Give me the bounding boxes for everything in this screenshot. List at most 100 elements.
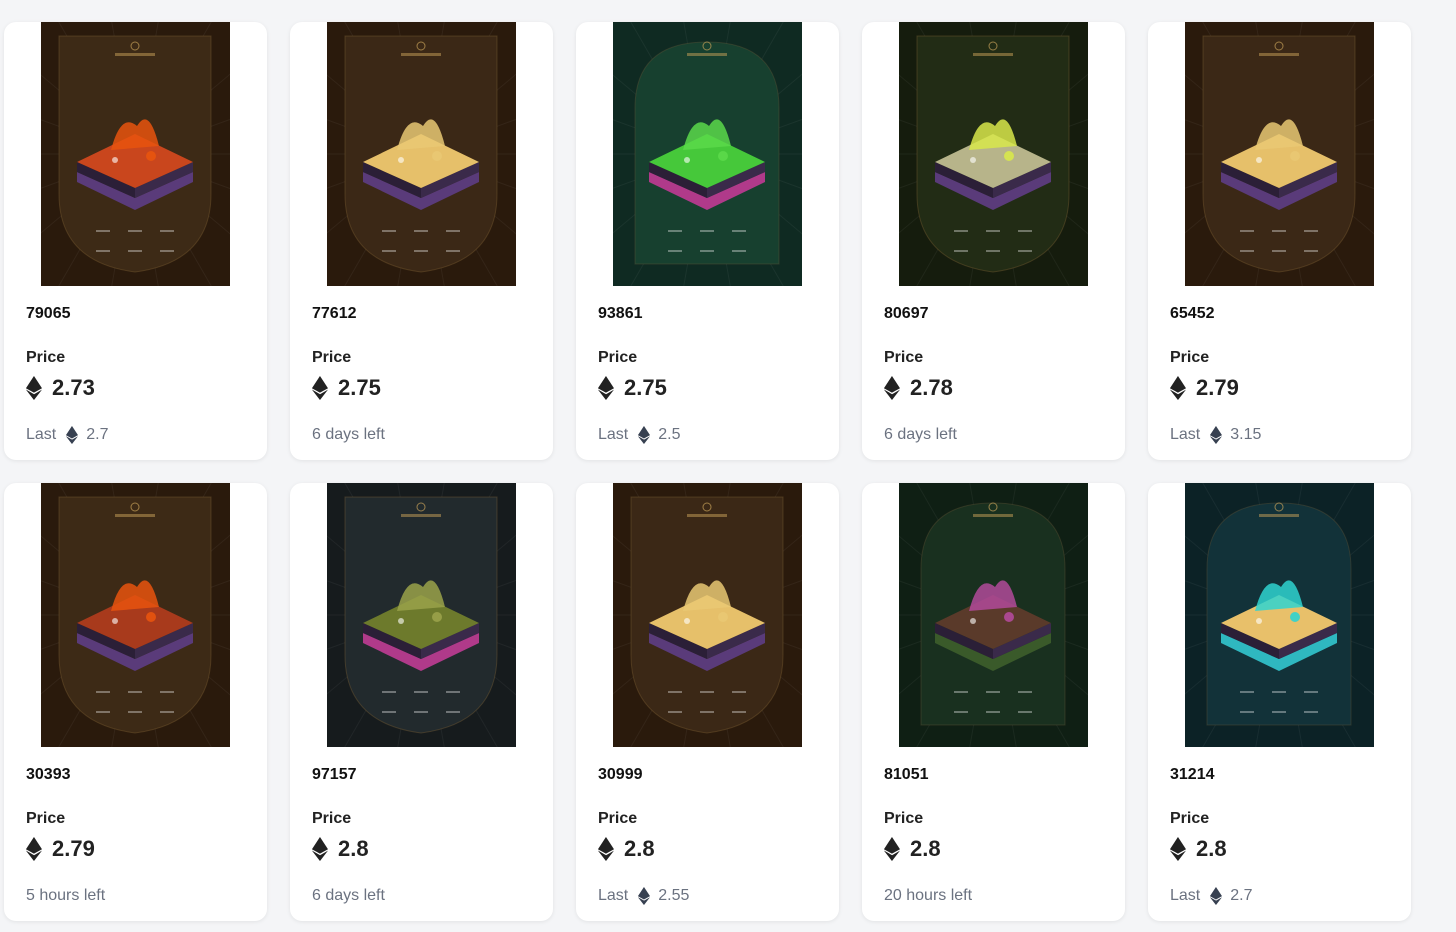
token-id: 81051 [884, 766, 929, 783]
last-sale-value: 2.5 [658, 426, 681, 443]
ethereum-icon [26, 376, 42, 400]
last-sale-value: 3.15 [1230, 426, 1262, 443]
price-value: 2.8 [910, 836, 941, 861]
ethereum-icon [312, 376, 328, 400]
price-value: 2.8 [1196, 836, 1227, 861]
price-label: Price [1170, 349, 1210, 366]
token-id: 77612 [312, 305, 357, 322]
price-value: 2.75 [624, 375, 667, 400]
listings-grid: 79065 Price 2.73 Last 2.7 77612 Price 2.7… [0, 0, 1456, 932]
listing-card-79065[interactable]: 79065 Price 2.73 Last 2.7 [4, 22, 267, 460]
nft-artwork[interactable] [613, 483, 802, 747]
last-sale-value: 2.7 [1230, 887, 1253, 904]
token-id: 31214 [1170, 766, 1215, 783]
listing-card-65452[interactable]: 65452 Price 2.79 Last 3.15 [1148, 22, 1411, 460]
listing-footer: Last 2.7 [1170, 884, 1253, 908]
price-label: Price [312, 349, 352, 366]
listing-footer: 6 days left [884, 423, 957, 447]
listing-card-30393[interactable]: 30393 Price 2.79 5 hours left [4, 483, 267, 921]
price-label: Price [598, 349, 638, 366]
listing-footer: Last 2.55 [598, 884, 689, 908]
token-id: 65452 [1170, 305, 1215, 322]
listing-card-30999[interactable]: 30999 Price 2.8 Last 2.55 [576, 483, 839, 921]
listing-footer: Last 2.5 [598, 423, 681, 447]
listing-card-97157[interactable]: 97157 Price 2.8 6 days left [290, 483, 553, 921]
listing-footer: 20 hours left [884, 884, 972, 908]
nft-artwork[interactable] [899, 483, 1088, 747]
last-sale-label: Last [1170, 426, 1201, 443]
nft-artwork[interactable] [1185, 483, 1374, 747]
token-id: 30393 [26, 766, 71, 783]
price-row: 2.78 [884, 374, 953, 402]
price-row: 2.8 [598, 835, 655, 863]
ethereum-icon [598, 837, 614, 861]
price-value: 2.73 [52, 375, 95, 400]
price-value: 2.78 [910, 375, 953, 400]
price-value: 2.8 [338, 836, 369, 861]
last-sale-label: Last [598, 426, 629, 443]
ethereum-icon [884, 837, 900, 861]
ethereum-icon [66, 426, 79, 444]
listing-footer: Last 3.15 [1170, 423, 1261, 447]
price-value: 2.79 [52, 836, 95, 861]
nft-artwork[interactable] [41, 22, 230, 286]
price-label: Price [26, 349, 66, 366]
price-row: 2.8 [1170, 835, 1227, 863]
price-label: Price [312, 810, 352, 827]
nft-artwork[interactable] [1185, 22, 1374, 286]
token-id: 93861 [598, 305, 643, 322]
time-left: 6 days left [884, 426, 957, 443]
listing-footer: Last 2.7 [26, 423, 109, 447]
price-label: Price [884, 810, 924, 827]
last-sale-value: 2.55 [658, 887, 690, 904]
time-left: 6 days left [312, 887, 385, 904]
token-id: 30999 [598, 766, 643, 783]
listing-card-31214[interactable]: 31214 Price 2.8 Last 2.7 [1148, 483, 1411, 921]
listing-card-80697[interactable]: 80697 Price 2.78 6 days left [862, 22, 1125, 460]
price-label: Price [598, 810, 638, 827]
last-sale-label: Last [1170, 887, 1201, 904]
ethereum-icon [1210, 426, 1223, 444]
nft-artwork[interactable] [327, 22, 516, 286]
price-row: 2.8 [312, 835, 369, 863]
nft-artwork[interactable] [41, 483, 230, 747]
listing-footer: 6 days left [312, 884, 385, 908]
listing-card-81051[interactable]: 81051 Price 2.8 20 hours left [862, 483, 1125, 921]
listing-card-93861[interactable]: 93861 Price 2.75 Last 2.5 [576, 22, 839, 460]
ethereum-icon [598, 376, 614, 400]
listing-footer: 5 hours left [26, 884, 105, 908]
time-left: 6 days left [312, 426, 385, 443]
last-sale-label: Last [26, 426, 57, 443]
price-value: 2.79 [1196, 375, 1239, 400]
time-left: 20 hours left [884, 887, 973, 904]
last-sale-value: 2.7 [86, 426, 109, 443]
price-row: 2.8 [884, 835, 941, 863]
price-row: 2.75 [312, 374, 381, 402]
nft-artwork[interactable] [899, 22, 1088, 286]
ethereum-icon [1170, 376, 1186, 400]
price-row: 2.79 [26, 835, 95, 863]
nft-artwork[interactable] [613, 22, 802, 286]
ethereum-icon [1170, 837, 1186, 861]
token-id: 80697 [884, 305, 929, 322]
token-id: 79065 [26, 305, 71, 322]
price-row: 2.79 [1170, 374, 1239, 402]
nft-artwork[interactable] [327, 483, 516, 747]
listing-footer: 6 days left [312, 423, 385, 447]
price-label: Price [26, 810, 66, 827]
ethereum-icon [312, 837, 328, 861]
listing-card-77612[interactable]: 77612 Price 2.75 6 days left [290, 22, 553, 460]
ethereum-icon [26, 837, 42, 861]
token-id: 97157 [312, 766, 357, 783]
ethereum-icon [884, 376, 900, 400]
ethereum-icon [638, 887, 651, 905]
price-row: 2.75 [598, 374, 667, 402]
price-value: 2.8 [624, 836, 655, 861]
time-left: 5 hours left [26, 887, 106, 904]
price-value: 2.75 [338, 375, 381, 400]
price-label: Price [884, 349, 924, 366]
last-sale-label: Last [598, 887, 629, 904]
price-row: 2.73 [26, 374, 95, 402]
price-label: Price [1170, 810, 1210, 827]
ethereum-icon [1210, 887, 1223, 905]
